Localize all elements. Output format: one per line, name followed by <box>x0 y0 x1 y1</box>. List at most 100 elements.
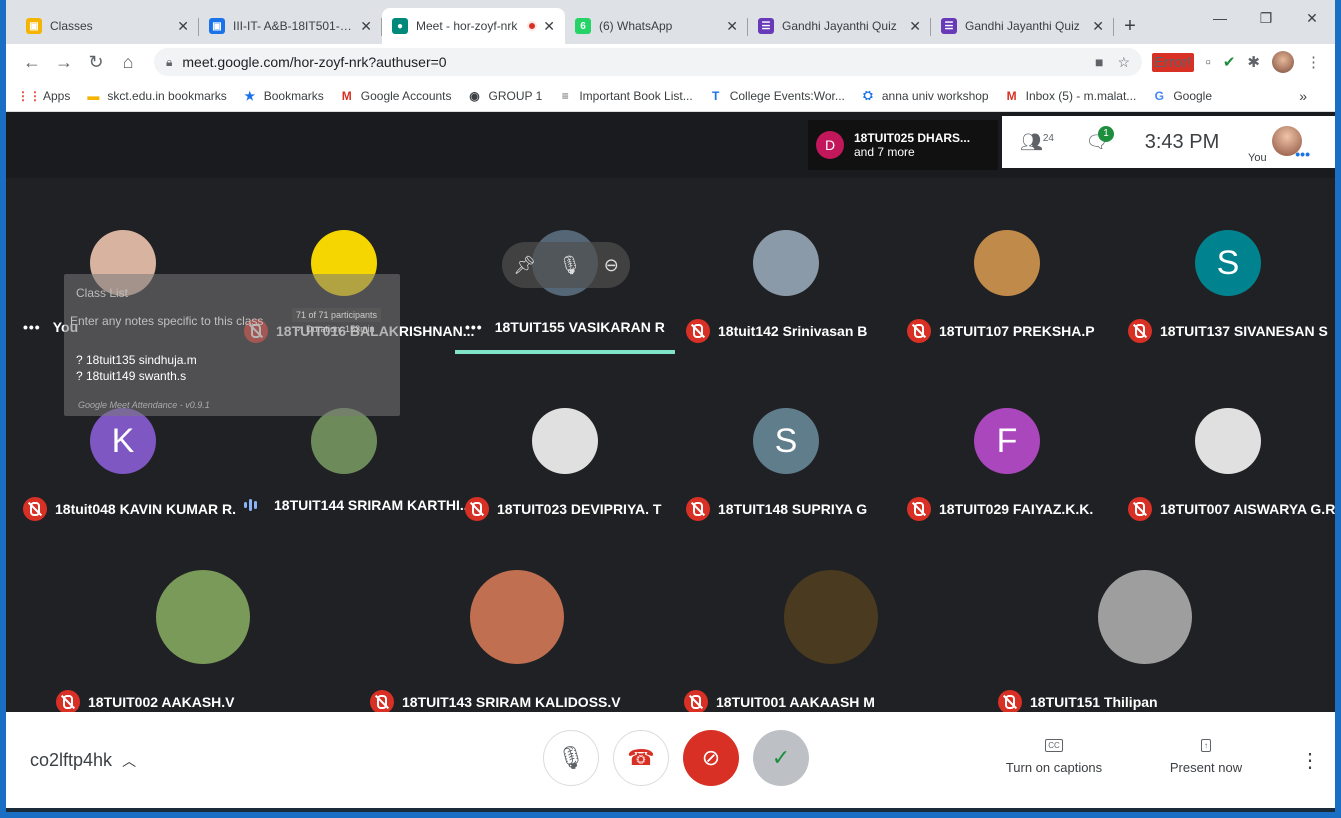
page-icon: ≡ <box>561 88 569 103</box>
leave-call-button[interactable]: ☎︎ <box>613 730 669 786</box>
bookmark-item[interactable]: ◉ GROUP 1 <box>468 88 542 103</box>
captions-button[interactable]: CC Turn on captions <box>996 736 1112 775</box>
camera-icon[interactable]: ■ <box>1095 54 1103 70</box>
participant-avatar <box>532 408 598 474</box>
browser-tab[interactable]: ▣ Classes ✕ <box>16 8 199 44</box>
tab-favicon-icon: ☰ <box>758 18 774 34</box>
mute-participant-icon[interactable]: 🎙︎ <box>558 255 581 276</box>
extension-error-badge[interactable]: Error! <box>1152 52 1194 72</box>
presenter-chip[interactable]: D 18TUIT025 DHARS... and 7 more <box>808 120 998 170</box>
chat-button[interactable]: 🗨︎ 1 <box>1072 125 1122 153</box>
browser-tab[interactable]: ☰ Gandhi Jayanthi Quiz ✕ <box>931 8 1114 44</box>
menu-kebab-icon[interactable]: ⋮ <box>1306 53 1321 71</box>
absentee-item: ? 18tuit149 swanth.s <box>76 369 187 383</box>
attendance-check-button[interactable]: ✓ <box>753 730 809 786</box>
bookmark-item[interactable]: G Google <box>1152 89 1212 103</box>
participant-namebar: 18TUIT001 AAKAASH M <box>684 690 875 714</box>
bookmark-item[interactable]: ★ Bookmarks <box>243 89 323 103</box>
bookmark-item[interactable]: ≡ Important Book List... <box>558 88 693 103</box>
participant-avatar <box>311 408 377 474</box>
tab-strip: ▣ Classes ✕ ▣ III-IT- A&B-18IT501-Od ✕ ● Meet -… <box>6 0 1335 44</box>
meet-top-controls: 👥︎24 🗨︎ 1 3:43 PM You ••• <box>1002 116 1335 168</box>
more-options-icon[interactable]: ••• <box>1295 146 1310 162</box>
participant-tile[interactable]: 18tuit142 Srinivasan B <box>676 224 897 394</box>
participant-tile[interactable]: K 18tuit048 KAVIN KUMAR R. <box>13 402 236 572</box>
microphone-button[interactable]: 🎙︎ <box>543 730 599 786</box>
pin-icon[interactable]: 📌︎ <box>513 255 536 276</box>
home-icon[interactable]: ⌂ <box>112 46 144 78</box>
close-tab-icon[interactable]: ✕ <box>909 18 921 35</box>
camera-off-icon: ⊘ <box>701 745 721 770</box>
participant-name: 18TUIT137 SIVANESAN S <box>1160 323 1328 339</box>
bookmarks-bar: ⋮⋮ Apps ▬ skct.edu.in bookmarks ★ Bookmarks M G… <box>6 80 1335 112</box>
participant-name: 18TUIT002 AAKASH.V <box>88 694 235 710</box>
mic-off-icon <box>23 497 47 521</box>
profile-avatar[interactable] <box>1272 51 1294 73</box>
present-button[interactable]: ↑ Present now <box>1156 736 1256 775</box>
screen: ▣ Classes ✕ ▣ III-IT- A&B-18IT501-Od ✕ ● Meet -… <box>0 0 1341 818</box>
meeting-details-button[interactable]: co2lftp4hk ︿ <box>30 750 136 771</box>
bookmark-item[interactable]: ▬ skct.edu.in bookmarks <box>86 89 226 103</box>
tab-title: Meet - hor-zoyf-nrk <box>416 19 518 33</box>
close-tab-icon[interactable]: ✕ <box>177 18 189 35</box>
browser-tab[interactable]: 6 (6) WhatsApp ✕ <box>565 8 748 44</box>
bookmark-item[interactable]: ⋮⋮ Apps <box>17 89 70 103</box>
folder-icon: ▬ <box>87 88 100 103</box>
participant-tile[interactable]: 18TUIT107 PREKSHA.P <box>897 224 1118 394</box>
bookmark-item[interactable]: T College Events:Wor... <box>709 89 845 103</box>
reload-icon[interactable]: ↻ <box>80 46 112 78</box>
globe-icon: ◉ <box>469 88 480 103</box>
bookmark-item[interactable]: ⛭ anna univ workshop <box>861 88 989 103</box>
bookmark-label: College Events:Wor... <box>729 88 845 103</box>
minimize-icon[interactable]: — <box>1197 0 1243 36</box>
gmail-icon: M <box>341 88 352 103</box>
bookmark-star-icon[interactable]: ☆ <box>1117 54 1130 71</box>
clock: 3:43 PM <box>1144 130 1220 153</box>
participant-namebar: 18TUIT148 SUPRIYA G <box>686 497 867 521</box>
participant-avatar <box>753 230 819 296</box>
participant-tile[interactable]: S 18TUIT137 SIVANESAN S <box>1118 224 1335 394</box>
remove-icon[interactable]: ⊖ <box>604 255 619 276</box>
back-icon[interactable]: ← <box>16 46 48 78</box>
camera-toggle-button[interactable]: ⊘ <box>683 730 739 786</box>
browser-tab[interactable]: ☰ Gandhi Jayanthi Quiz ✕ <box>748 8 931 44</box>
bookmarks-overflow-icon[interactable]: » <box>1299 88 1307 104</box>
participant-namebar: 18tuit142 Srinivasan B <box>686 319 867 343</box>
participant-avatar: K <box>90 408 156 474</box>
restore-icon[interactable]: ❐ <box>1243 0 1289 36</box>
participant-tile[interactable]: 18TUIT023 DEVIPRIYA. T <box>455 402 676 572</box>
tab-favicon-icon: ▣ <box>26 18 42 34</box>
microphone-icon: 🎙︎ <box>557 745 585 770</box>
extension-icon[interactable]: ▫ <box>1206 54 1211 71</box>
participants-button[interactable]: 👥︎24 <box>1002 132 1072 153</box>
captions-label: Turn on captions <box>1005 760 1103 775</box>
close-window-icon[interactable]: ✕ <box>1289 0 1335 36</box>
presenter-name: 18TUIT025 DHARS... <box>854 131 971 145</box>
bookmark-item[interactable]: M Google Accounts <box>340 89 452 103</box>
participant-tile[interactable]: 18TUIT007 AISWARYA G.R <box>1118 402 1335 572</box>
presenter-avatar: D <box>816 131 844 159</box>
participant-tile[interactable]: S 18TUIT148 SUPRIYA G <box>676 402 897 572</box>
tab-title: III-IT- A&B-18IT501-Od <box>233 19 355 33</box>
puzzle-icon[interactable]: ✱ <box>1247 53 1260 71</box>
close-tab-icon[interactable]: ✕ <box>543 18 555 35</box>
participant-tile[interactable]: F 18TUIT029 FAIYAZ.K.K. <box>897 402 1118 572</box>
close-tab-icon[interactable]: ✕ <box>726 18 738 35</box>
forward-icon[interactable]: → <box>48 46 80 78</box>
close-tab-icon[interactable]: ✕ <box>360 18 372 35</box>
recording-icon <box>527 21 538 31</box>
bookmark-item[interactable]: M Inbox (5) - m.malat... <box>1005 89 1137 103</box>
attendance-note-input[interactable]: Enter any notes specific to this class <box>68 308 292 334</box>
browser-tab[interactable]: ▣ III-IT- A&B-18IT501-Od ✕ <box>199 8 382 44</box>
self-view[interactable]: You ••• <box>1242 116 1312 168</box>
participant-tile[interactable]: 18TUIT144 SRIRAM KARTHI... <box>234 402 472 572</box>
checkmark-extension-icon[interactable]: ✔ <box>1223 53 1236 71</box>
new-tab-button[interactable]: + <box>1114 8 1146 44</box>
audio-wave-icon <box>244 499 264 511</box>
close-tab-icon[interactable]: ✕ <box>1092 18 1104 35</box>
tab-title: Gandhi Jayanthi Quiz <box>782 19 897 33</box>
hang-up-icon: ☎︎ <box>627 745 655 770</box>
more-vert-icon[interactable]: ⋮ <box>1300 748 1320 773</box>
address-bar[interactable]: 🔒︎ meet.google.com/hor-zoyf-nrk?authuser… <box>154 48 1143 76</box>
browser-tab[interactable]: ● Meet - hor-zoyf-nrk ✕ <box>382 8 565 44</box>
